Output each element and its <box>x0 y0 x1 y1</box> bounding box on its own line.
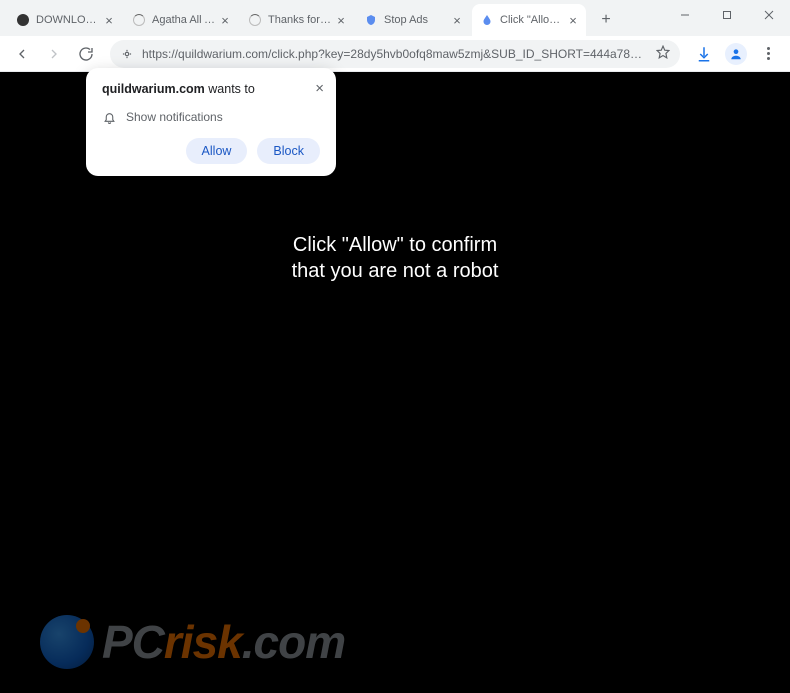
tab-title: Stop Ads <box>384 14 450 26</box>
profile-button[interactable] <box>722 40 750 68</box>
loading-spinner-icon <box>133 14 145 26</box>
tab-title: DOWNLOAD: Agath… <box>36 14 102 26</box>
back-button[interactable] <box>8 40 36 68</box>
browser-menu-button[interactable] <box>754 40 782 68</box>
allow-button[interactable]: Allow <box>186 138 248 164</box>
tab-title: Agatha All Along S0… <box>152 14 218 26</box>
bookmark-star-icon[interactable] <box>656 45 670 62</box>
window-minimize-button[interactable] <box>664 0 706 30</box>
favicon-icon <box>17 14 29 26</box>
droplet-icon <box>481 14 493 26</box>
window-maximize-button[interactable] <box>706 0 748 30</box>
tab[interactable]: Click "Allow&…× <box>472 4 586 36</box>
permission-title: quildwarium.com wants to <box>102 82 320 96</box>
watermark-logo-icon <box>40 615 94 669</box>
permission-buttons: Allow Block <box>102 138 320 164</box>
loading-spinner-icon <box>249 14 261 26</box>
notification-permission-popup: quildwarium.com wants to × Show notifica… <box>86 68 336 176</box>
forward-button[interactable] <box>40 40 68 68</box>
window-close-button[interactable] <box>748 0 790 30</box>
tab[interactable]: Thanks for downloa…× <box>240 4 354 36</box>
url-text: https://quildwarium.com/click.php?key=28… <box>142 47 648 61</box>
watermark-text: PCrisk.com <box>102 615 345 669</box>
shield-icon <box>365 14 377 26</box>
tab-close-button[interactable]: × <box>566 13 580 27</box>
permission-action-label: Show notifications <box>126 110 223 124</box>
reload-button[interactable] <box>72 40 100 68</box>
new-tab-button[interactable]: + <box>592 6 620 34</box>
watermark: PCrisk.com <box>40 615 345 669</box>
tab[interactable]: Agatha All Along S0…× <box>124 4 238 36</box>
tab-strip: DOWNLOAD: Agath…×Agatha All Along S0…×Th… <box>8 2 588 36</box>
tab-title: Click "Allow&… <box>500 14 566 26</box>
tab[interactable]: Stop Ads× <box>356 4 470 36</box>
page-message: Click "Allow" to confirm that you are no… <box>292 232 499 284</box>
browser-toolbar: https://quildwarium.com/click.php?key=28… <box>0 36 790 72</box>
tab-close-button[interactable]: × <box>218 13 232 27</box>
tab-close-button[interactable]: × <box>102 13 116 27</box>
block-button[interactable]: Block <box>257 138 320 164</box>
title-bar: DOWNLOAD: Agath…×Agatha All Along S0…×Th… <box>0 0 790 36</box>
tab-title: Thanks for downloa… <box>268 14 334 26</box>
tab[interactable]: DOWNLOAD: Agath…× <box>8 4 122 36</box>
permission-close-button[interactable]: × <box>315 80 324 97</box>
window-controls <box>664 0 790 30</box>
downloads-icon[interactable] <box>690 40 718 68</box>
tab-close-button[interactable]: × <box>334 13 348 27</box>
bell-icon <box>102 110 116 124</box>
permission-request-row: Show notifications <box>102 110 320 124</box>
tab-close-button[interactable]: × <box>450 13 464 27</box>
site-info-icon[interactable] <box>120 47 134 61</box>
address-bar[interactable]: https://quildwarium.com/click.php?key=28… <box>110 40 680 68</box>
